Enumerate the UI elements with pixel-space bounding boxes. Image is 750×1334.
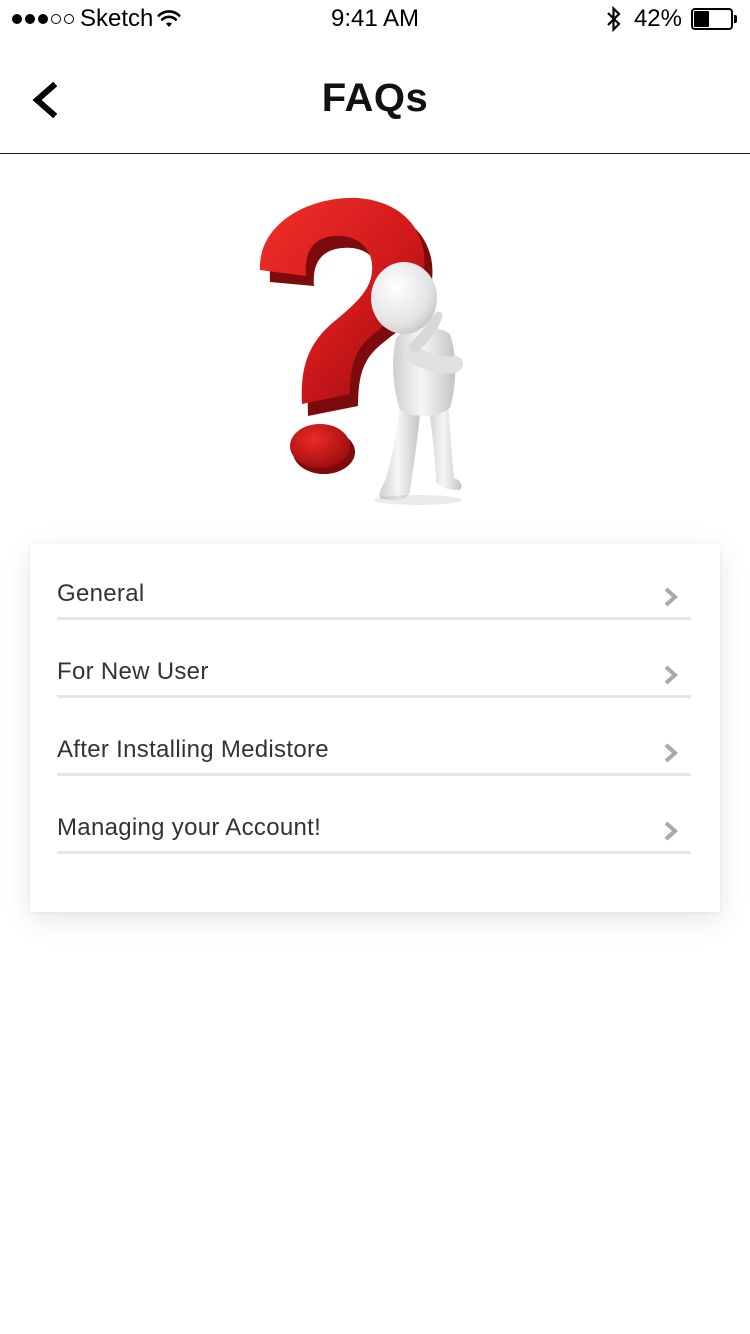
faq-item-general[interactable]: General [57,544,691,620]
chevron-right-icon [663,664,679,686]
navigation-bar: FAQs [0,40,750,154]
faq-illustration [250,188,490,508]
faq-item-label: General [57,580,145,607]
faq-list-card: General For New User After Installing Me… [30,544,720,912]
status-right: 42% [606,5,737,33]
faq-item-label: For New User [57,658,209,685]
chevron-right-icon [663,820,679,842]
page-title: FAQs [321,76,429,120]
question-mark-figure-illustration [259,197,464,505]
battery-icon [691,8,737,30]
faq-item-managing-your-account[interactable]: Managing your Account! [57,778,691,854]
status-bar: Sketch 9:41 AM 42% [0,0,750,40]
bluetooth-icon [607,6,621,32]
faq-item-for-new-user[interactable]: For New User [57,622,691,698]
battery-tip [734,15,737,23]
battery-level [694,11,709,27]
faq-item-after-installing-medistore[interactable]: After Installing Medistore [57,700,691,776]
faq-item-label: Managing your Account! [57,814,322,841]
chevron-right-icon [663,742,679,764]
chevron-right-icon [663,586,679,608]
faq-item-label: After Installing Medistore [57,736,329,763]
battery-percentage: 42% [633,5,682,32]
